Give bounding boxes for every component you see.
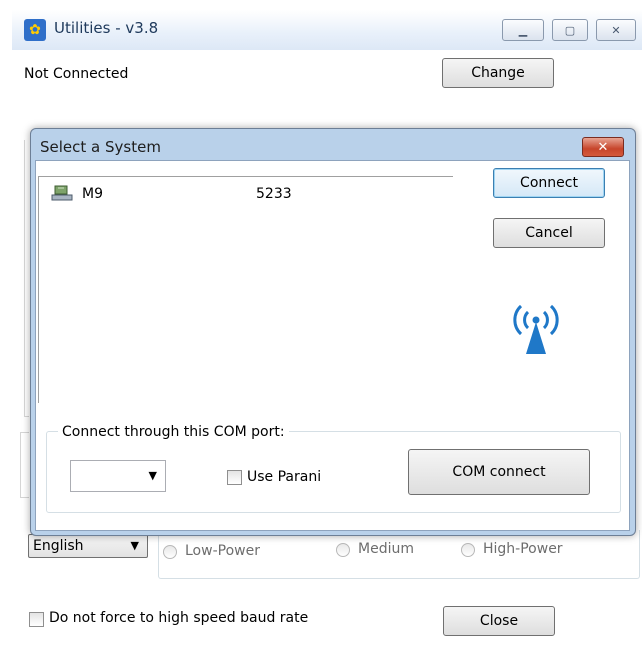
system-id: 5233 [256,186,292,202]
chevron-down-icon: ▼ [130,539,139,552]
radio-medium[interactable] [336,543,350,557]
window-title: Utilities - v3.8 [54,19,159,37]
baud-rate-label: Do not force to high speed baud rate [49,610,309,626]
maximize-icon: ▢ [564,23,576,37]
device-icon [51,185,73,201]
radio-low-power[interactable] [163,545,177,559]
com-port-group-label: Connect through this COM port: [58,424,289,440]
close-button[interactable]: Close [443,606,555,636]
radio-medium-label: Medium [358,541,414,557]
background-group-edge [20,432,29,498]
use-parani-label: Use Parani [247,469,322,485]
close-window-button[interactable]: ✕ [596,19,636,41]
list-item[interactable]: M9 5233 [46,182,446,208]
radio-high-power[interactable] [461,543,475,557]
radio-low-power-label: Low-Power [185,543,260,559]
language-select[interactable]: English ▼ [28,534,148,558]
maximize-button[interactable]: ▢ [552,19,588,41]
app-icon: ✿ [24,19,46,41]
connection-status: Not Connected [24,66,129,82]
minimize-button[interactable]: ▁ [502,19,544,41]
close-icon: ✕ [611,23,621,37]
cancel-button[interactable]: Cancel [493,218,605,248]
dialog-close-button[interactable]: ✕ [582,137,624,157]
connect-button[interactable]: Connect [493,168,605,198]
dialog-title: Select a System [40,138,161,156]
radio-high-power-label: High-Power [483,541,563,557]
close-icon: ✕ [597,139,609,155]
use-parani-checkbox[interactable] [227,470,242,485]
baud-rate-checkbox[interactable] [29,612,44,627]
background-panel-edge [24,140,29,417]
com-connect-button[interactable]: COM connect [408,449,590,495]
language-value: English [33,538,84,554]
com-port-select[interactable]: ▼ [70,460,166,492]
systems-list[interactable] [38,176,453,403]
wireless-signal-icon [513,304,559,354]
minimize-icon: ▁ [518,23,528,37]
change-button[interactable]: Change [442,58,554,88]
chevron-down-icon: ▼ [148,469,157,482]
system-name: M9 [82,186,103,202]
